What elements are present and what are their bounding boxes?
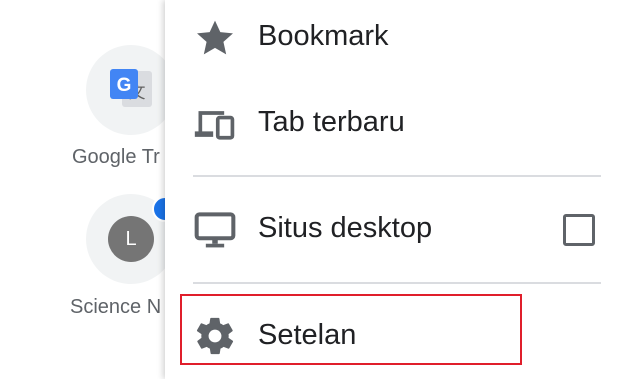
star-icon <box>197 20 233 55</box>
menu-item-recent-tabs[interactable]: Tab terbaru <box>165 86 625 166</box>
avatar: L <box>108 216 154 262</box>
google-translate-icon: 文 G <box>110 69 152 107</box>
gear-icon <box>196 317 234 355</box>
divider <box>193 282 601 284</box>
menu-item-desktop-site[interactable]: Situs desktop <box>165 192 625 272</box>
svg-text:G: G <box>117 75 132 96</box>
monitor-icon <box>194 212 236 248</box>
menu-item-label: Tab terbaru <box>258 106 405 138</box>
desktop-site-checkbox[interactable] <box>563 214 595 246</box>
overflow-menu: Bookmark Tab terbaru Situs desktop Setel… <box>165 0 640 379</box>
devices-icon <box>194 111 235 140</box>
browser-screen: 文 G Google Tr L Science N Bookmark Tab t… <box>0 0 640 379</box>
divider <box>193 175 601 177</box>
menu-item-label: Bookmark <box>258 20 389 52</box>
menu-item-bookmark[interactable]: Bookmark <box>165 0 625 80</box>
menu-item-settings[interactable]: Setelan <box>165 298 625 378</box>
menu-item-label: Situs desktop <box>258 212 433 244</box>
menu-item-label: Setelan <box>258 319 357 351</box>
